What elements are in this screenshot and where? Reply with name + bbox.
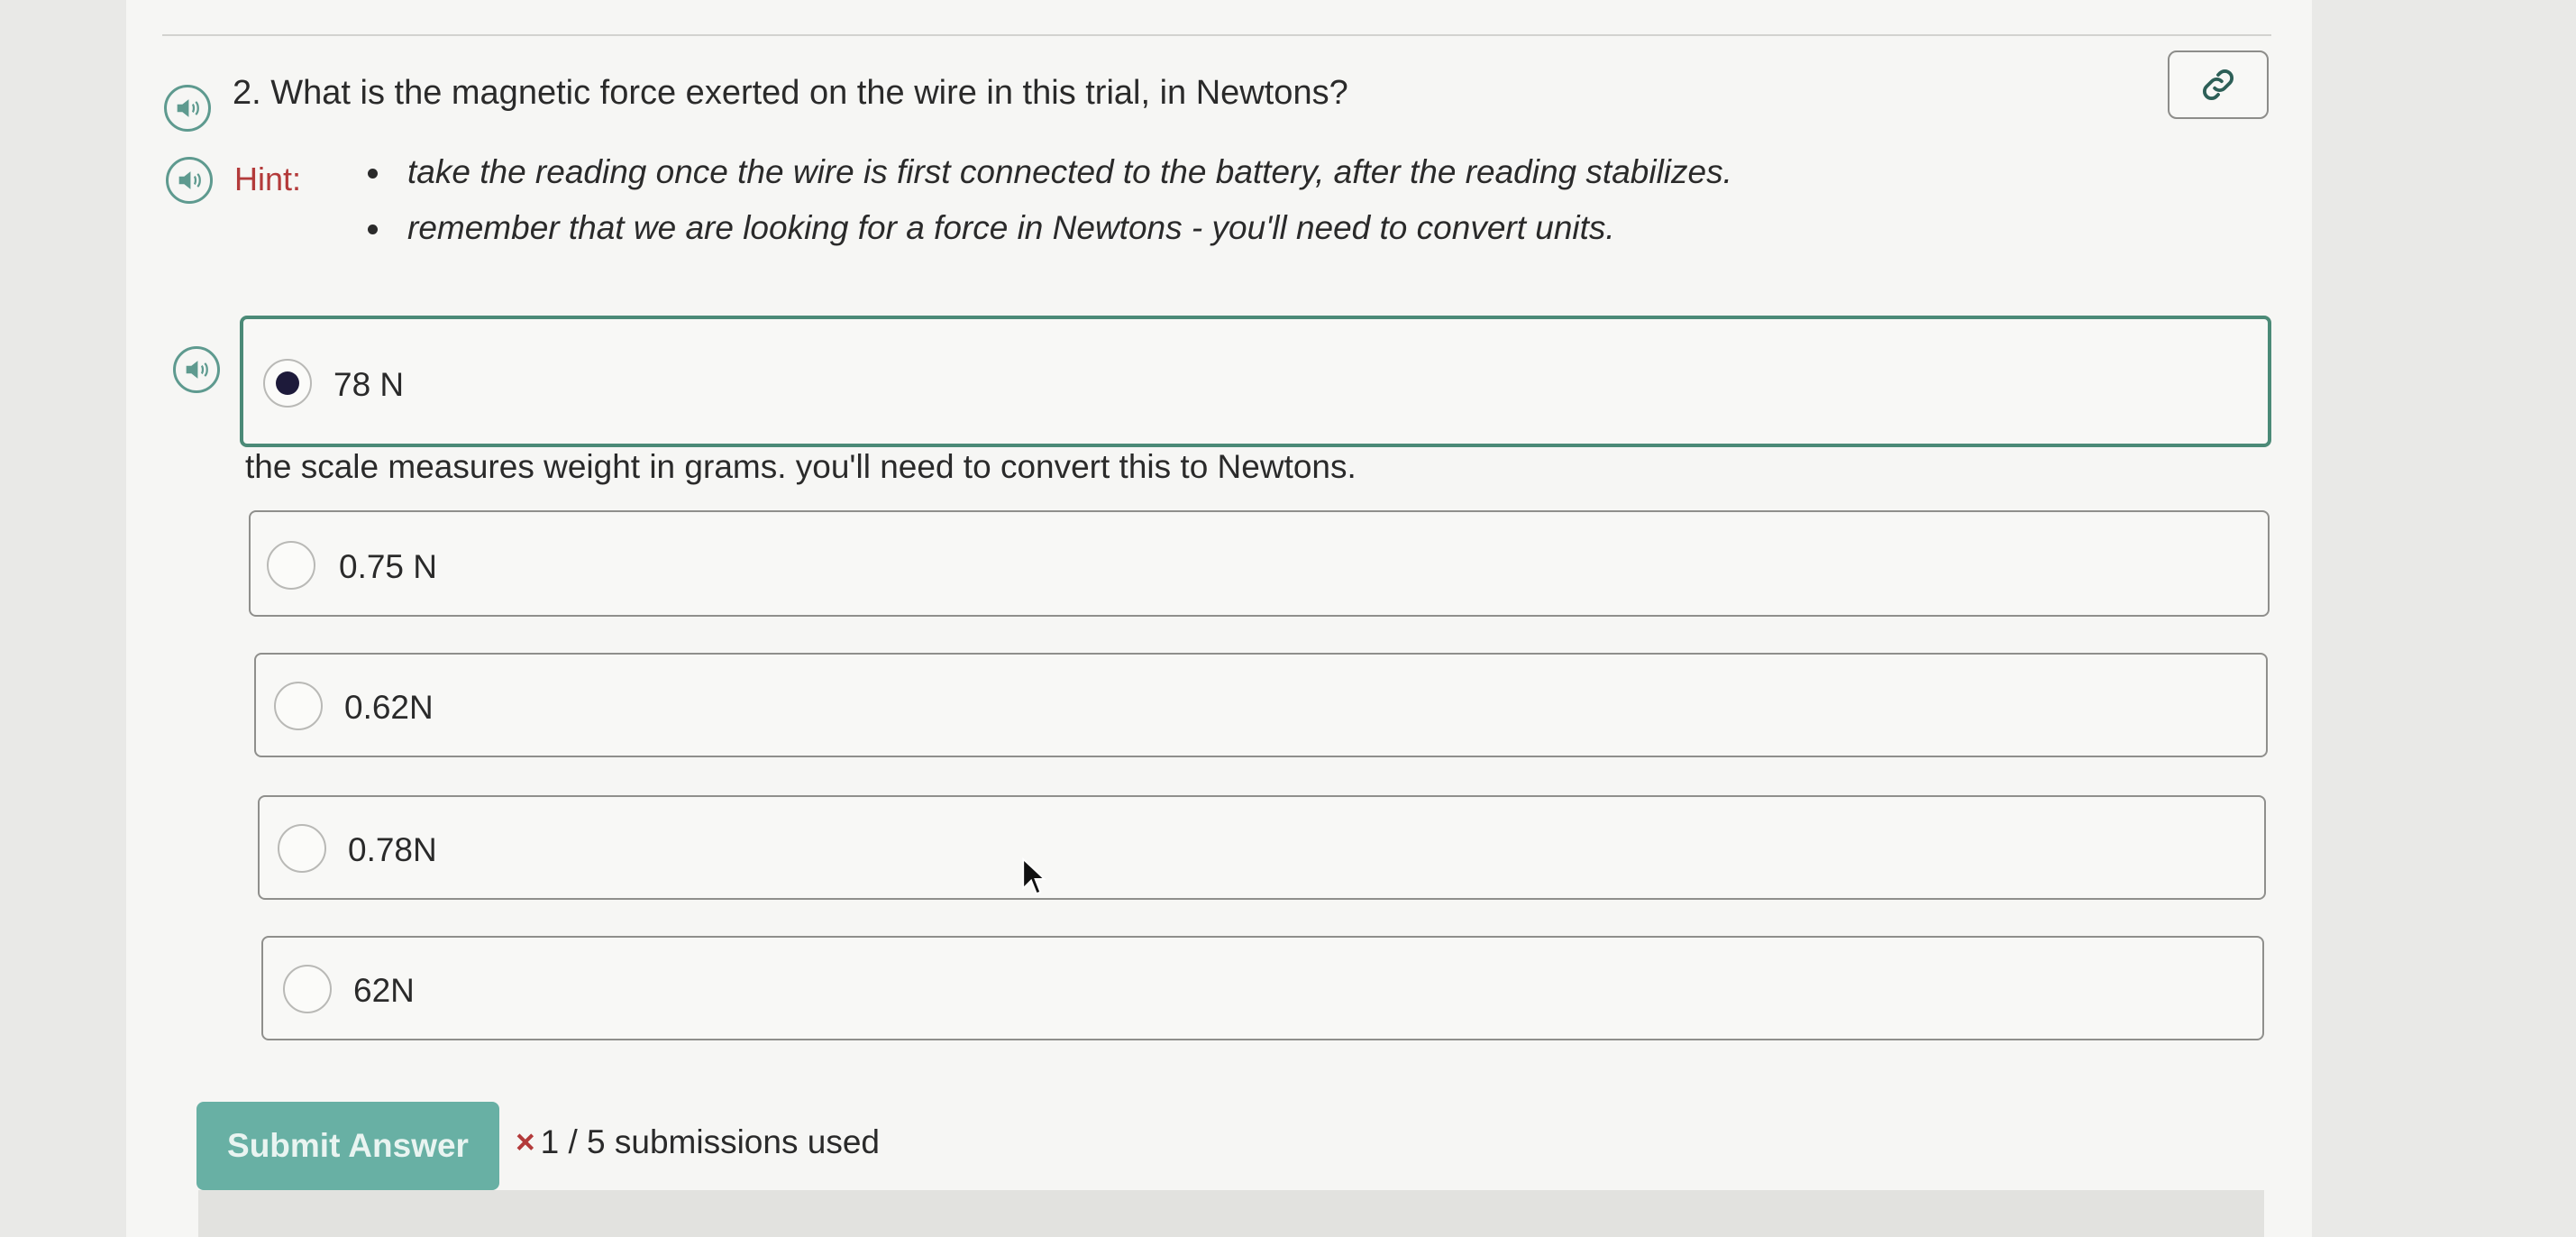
answer-option[interactable]: 62N: [261, 936, 2264, 1040]
radio-button[interactable]: [267, 541, 315, 590]
question-speaker-icon[interactable]: [164, 85, 211, 132]
cursor-icon: [1022, 857, 1046, 895]
question-body: What is the magnetic force exerted on th…: [270, 74, 1348, 112]
answer-option[interactable]: 0.78N: [258, 795, 2266, 900]
divider: [162, 34, 2271, 36]
hint-list: take the reading once the wire is first …: [368, 144, 1732, 256]
answer-option[interactable]: 0.75 N: [249, 510, 2270, 617]
radio-button[interactable]: [274, 682, 323, 730]
option-label: 0.75 N: [339, 548, 438, 585]
link-button[interactable]: [2168, 50, 2269, 119]
hint-speaker-icon[interactable]: [166, 157, 213, 204]
speaker-icon: [186, 361, 208, 379]
submit-answer-button[interactable]: Submit Answer: [196, 1102, 499, 1190]
speaker-icon: [177, 99, 199, 117]
footer-bar: [198, 1190, 2264, 1237]
question-text: 2. What is the magnetic force exerted on…: [233, 74, 1348, 113]
hint-item: take the reading once the wire is first …: [368, 144, 1732, 200]
hint-label: Hint:: [234, 160, 302, 197]
hint-item: remember that we are looking for a force…: [368, 200, 1732, 256]
submission-status: × 1 / 5 submissions used: [516, 1123, 880, 1161]
feedback-message: the scale measures weight in grams. you'…: [245, 448, 1357, 485]
radio-button[interactable]: [283, 965, 332, 1013]
submission-count: 1 / 5 submissions used: [540, 1123, 880, 1160]
option-label: 78 N: [333, 366, 405, 403]
radio-button-checked[interactable]: [263, 359, 312, 408]
answer-option[interactable]: 0.62N: [254, 653, 2268, 757]
speaker-icon: [178, 171, 201, 189]
options-speaker-icon[interactable]: [173, 346, 220, 393]
question-number: 2.: [233, 74, 261, 112]
link-icon: [2203, 69, 2233, 100]
option-label: 0.62N: [344, 689, 434, 726]
answer-option-selected[interactable]: 78 N: [240, 316, 2271, 447]
option-label: 0.78N: [348, 831, 437, 868]
option-label: 62N: [353, 972, 415, 1009]
close-icon: ×: [516, 1123, 535, 1160]
radio-button[interactable]: [278, 824, 326, 873]
